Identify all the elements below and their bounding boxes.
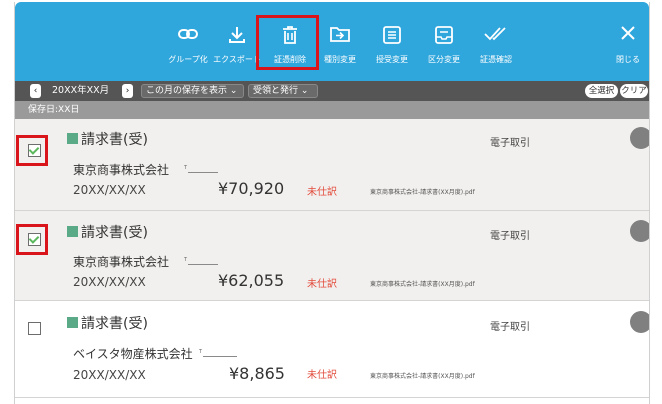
date-header: 保存日:XX日 <box>15 101 649 119</box>
double-check-icon <box>484 27 506 41</box>
export-button[interactable]: エクスポート <box>212 16 262 68</box>
doc-type-marker <box>67 226 78 237</box>
period-label: 20XX年XX月 <box>52 85 110 96</box>
list-item[interactable]: 請求書(受) 電子取引 ベイスタ物産株式会社 T 20XX/XX/XX ¥8,8… <box>15 301 649 398</box>
underline <box>203 356 237 357</box>
view-select-value: この月の保存を表示 <box>146 86 228 96</box>
prev-month-button[interactable]: ‹ <box>30 84 41 98</box>
trade-type: 電子取引 <box>490 322 530 333</box>
confirm-evidence-label: 証憑確認 <box>480 55 512 64</box>
trade-type: 電子取引 <box>490 231 530 242</box>
export-label: エクスポート <box>213 55 261 64</box>
doc-type-marker <box>67 317 78 328</box>
doc-date: 20XX/XX/XX <box>73 368 146 382</box>
view-select[interactable]: この月の保存を表示 ⌄ <box>141 84 244 98</box>
journal-status: 未仕訳 <box>307 187 337 198</box>
doc-date: 20XX/XX/XX <box>73 275 146 289</box>
checkbox-highlight <box>16 135 48 166</box>
list-item[interactable]: 請求書(受) 電子取引 東京商事株式会社 T 20XX/XX/XX ¥70,92… <box>15 119 649 211</box>
chevron-right-icon: › <box>125 86 130 96</box>
delete-button-highlight <box>256 15 319 70</box>
checkbox-highlight <box>16 224 48 255</box>
doc-date: 20XX/XX/XX <box>73 183 146 197</box>
next-month-button[interactable]: › <box>122 84 133 98</box>
company-name: ベイスタ物産株式会社 <box>73 347 193 361</box>
toolbar: グループ化 エクスポート 証憑削除 種別変更 授受変更 区分変更 証憑確認 閉じ… <box>15 2 649 81</box>
stamp-icon[interactable] <box>630 127 649 149</box>
amount: ¥8,865 <box>229 364 285 383</box>
journal-status: 未仕訳 <box>307 279 337 290</box>
file-name[interactable]: 東京商事株式会社-請求書(XX月度).pdf <box>370 187 475 196</box>
journal-status: 未仕訳 <box>307 370 337 381</box>
doc-type-marker <box>67 133 78 144</box>
select-all-button[interactable]: 全選択 <box>585 84 618 98</box>
inbox-icon <box>435 26 453 44</box>
doc-type: 請求書(受) <box>81 225 148 241</box>
stamp-icon[interactable] <box>630 311 649 333</box>
item-checkbox[interactable] <box>28 322 41 335</box>
company-name: 東京商事株式会社 <box>73 163 170 177</box>
underline <box>188 264 218 265</box>
amount: ¥62,055 <box>218 271 285 290</box>
clear-button[interactable]: クリア <box>620 84 648 98</box>
registration-mark: T <box>184 257 188 263</box>
group-button[interactable]: グループ化 <box>165 16 211 68</box>
file-name[interactable]: 東京商事株式会社-請求書(XX月度).pdf <box>370 279 475 288</box>
type-select-value: 受領と発行 <box>253 86 299 96</box>
link-icon <box>178 29 198 39</box>
type-select[interactable]: 受領と発行 ⌄ <box>248 84 318 98</box>
close-label: 閉じる <box>616 55 640 64</box>
file-name[interactable]: 東京商事株式会社-請求書(XX月度).pdf <box>370 371 475 380</box>
trade-type: 電子取引 <box>490 138 530 149</box>
change-transfer-label: 授受変更 <box>376 55 408 64</box>
doc-type: 請求書(受) <box>81 132 148 148</box>
stamp-icon[interactable] <box>630 220 649 242</box>
underline <box>188 172 218 173</box>
chevron-left-icon: ‹ <box>33 86 38 96</box>
change-type-button[interactable]: 種別変更 <box>318 16 362 68</box>
nav-bar: ‹ 20XX年XX月 › この月の保存を表示 ⌄ 受領と発行 ⌄ 全選択 クリア <box>15 81 649 101</box>
close-icon <box>621 26 635 40</box>
change-type-label: 種別変更 <box>324 55 356 64</box>
change-category-label: 区分変更 <box>428 55 460 64</box>
folder-arrow-icon <box>330 27 350 42</box>
change-category-button[interactable]: 区分変更 <box>422 16 466 68</box>
chevron-down-icon: ⌄ <box>229 86 238 96</box>
confirm-evidence-button[interactable]: 証憑確認 <box>474 16 518 68</box>
registration-mark: T <box>184 165 188 171</box>
app-frame: グループ化 エクスポート 証憑削除 種別変更 授受変更 区分変更 証憑確認 閉じ… <box>14 2 650 404</box>
change-transfer-button[interactable]: 授受変更 <box>370 16 414 68</box>
group-label: グループ化 <box>168 55 208 64</box>
chevron-down-icon: ⌄ <box>300 86 309 96</box>
company-name: 東京商事株式会社 <box>73 255 170 269</box>
list-item[interactable]: 請求書(受) 電子取引 東京商事株式会社 T 20XX/XX/XX ¥62,05… <box>15 211 649 301</box>
doc-type: 請求書(受) <box>81 316 148 332</box>
amount: ¥70,920 <box>218 179 285 198</box>
registration-mark: T <box>199 349 203 355</box>
list-icon <box>383 26 401 44</box>
close-button[interactable]: 閉じる <box>611 16 645 68</box>
download-icon <box>229 27 245 43</box>
